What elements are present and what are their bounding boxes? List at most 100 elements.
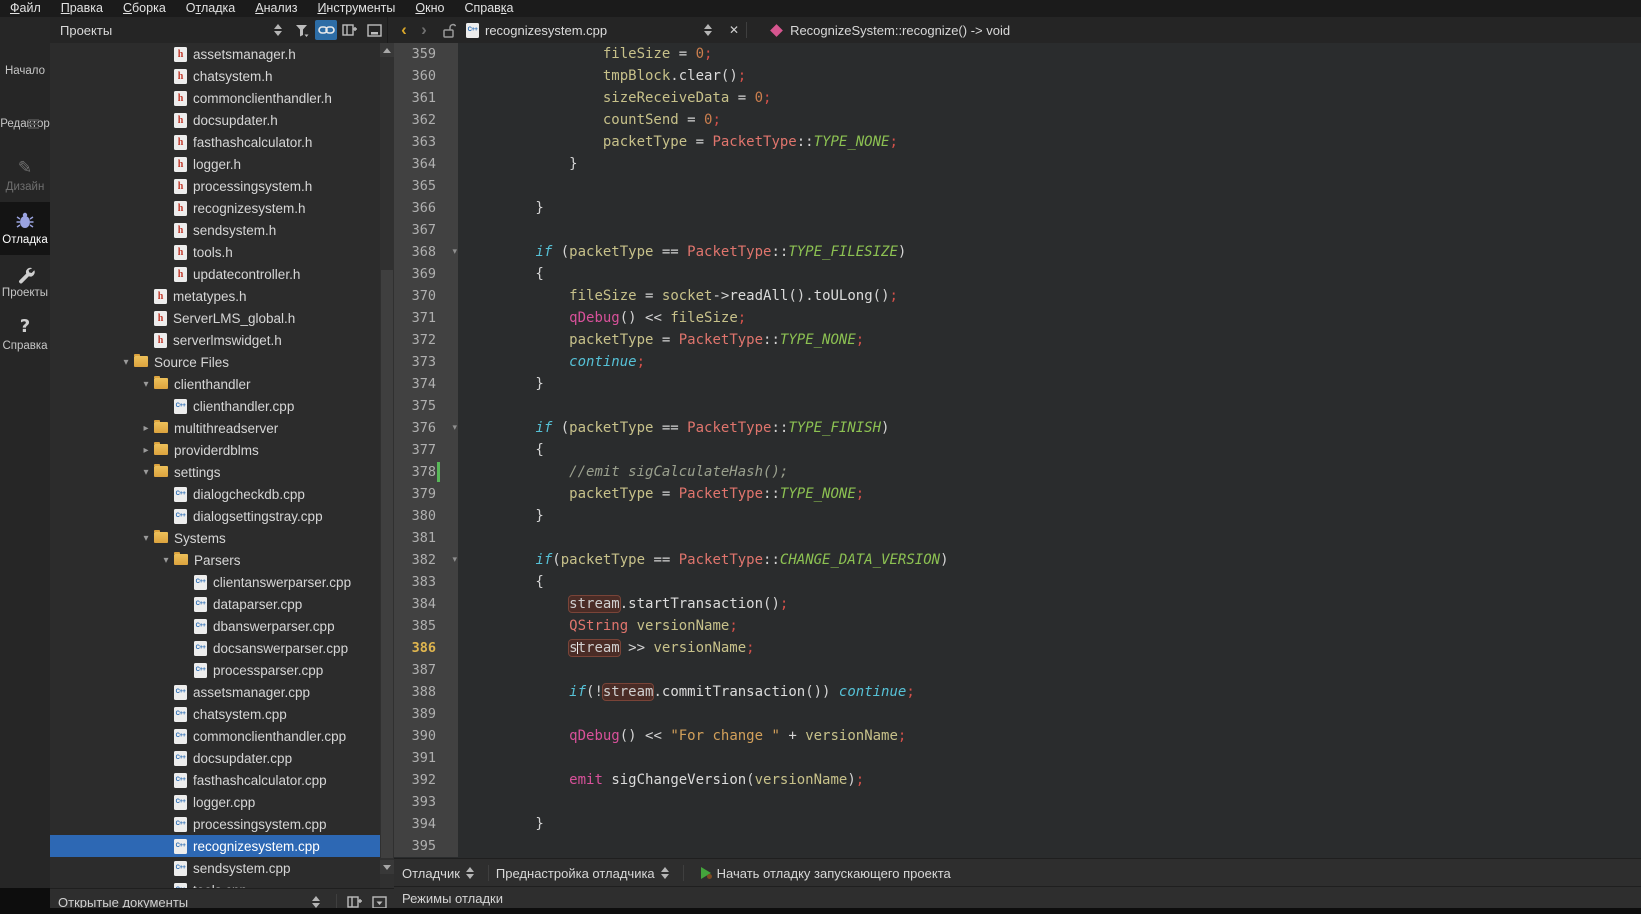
start-debug-icon[interactable] — [701, 867, 711, 879]
line-number[interactable]: 391 — [394, 747, 458, 769]
gutter[interactable]: 386 — [394, 637, 458, 659]
tree-item-logger.cpp[interactable]: logger.cpp — [50, 791, 380, 813]
tree-item-ServerLMS_global.h[interactable]: ServerLMS_global.h — [50, 307, 380, 329]
tree-item-commonclienthandler.cpp[interactable]: commonclienthandler.cpp — [50, 725, 380, 747]
tree-item-processingsystem.h[interactable]: processingsystem.h — [50, 175, 380, 197]
gutter[interactable]: 383 — [394, 571, 458, 593]
close-pane-icon[interactable] — [363, 20, 385, 40]
gutter[interactable]: 369 — [394, 263, 458, 285]
code-line[interactable]: 390 qDebug() << "For change " + versionN… — [394, 725, 1641, 747]
gutter[interactable]: 365 — [394, 175, 458, 197]
gutter[interactable]: 390 — [394, 725, 458, 747]
line-number[interactable]: 388 — [394, 681, 458, 703]
gutter[interactable]: 367 — [394, 219, 458, 241]
code-line[interactable]: 395 — [394, 835, 1641, 857]
line-number[interactable]: 380 — [394, 505, 458, 527]
debugger-combo-label[interactable]: Отладчик — [402, 866, 460, 881]
gutter[interactable]: 373 — [394, 351, 458, 373]
code-line[interactable]: 387 — [394, 659, 1641, 681]
start-debug-label[interactable]: Начать отладку запускающего проекта — [717, 866, 951, 881]
tree-scrollbar[interactable] — [380, 43, 394, 888]
code-line[interactable]: 381 — [394, 527, 1641, 549]
debugger-combo-spinner[interactable] — [466, 867, 475, 879]
code-line[interactable]: 367 — [394, 219, 1641, 241]
chevron-down-icon[interactable]: ▾ — [118, 357, 134, 368]
debugger-preset-spinner[interactable] — [661, 867, 670, 879]
tree-item-recognizesystem.cpp[interactable]: recognizesystem.cpp — [50, 835, 380, 857]
line-number[interactable]: 394 — [394, 813, 458, 835]
tree-item-Parsers[interactable]: ▾Parsers — [50, 549, 380, 571]
gutter[interactable]: 372 — [394, 329, 458, 351]
code-line[interactable]: 373 continue; — [394, 351, 1641, 373]
tree-item-dialogsettingstray.cpp[interactable]: dialogsettingstray.cpp — [50, 505, 380, 527]
menu-Справка[interactable]: Справка — [454, 0, 523, 17]
code-line[interactable]: 382▾ if(packetType == PacketType::CHANGE… — [394, 549, 1641, 571]
chevron-right-icon[interactable]: ▸ — [138, 445, 154, 456]
menu-Сборка[interactable]: Сборка — [113, 0, 176, 17]
menu-Окно[interactable]: Окно — [405, 0, 454, 17]
gutter[interactable]: 379 — [394, 483, 458, 505]
line-number[interactable]: 390 — [394, 725, 458, 747]
tree-item-serverlmswidget.h[interactable]: serverlmswidget.h — [50, 329, 380, 351]
gutter[interactable]: 375 — [394, 395, 458, 417]
current-symbol[interactable]: RecognizeSystem::recognize() -> void — [790, 23, 1010, 38]
forward-icon[interactable]: › — [414, 18, 434, 42]
chevron-down-icon[interactable]: ▾ — [138, 467, 154, 478]
code-line[interactable]: 388 if(!stream.commitTransaction()) cont… — [394, 681, 1641, 703]
tree-item-docsanswerparser.cpp[interactable]: docsanswerparser.cpp — [50, 637, 380, 659]
code-line[interactable]: 365 — [394, 175, 1641, 197]
scroll-down-icon[interactable] — [380, 860, 394, 874]
code-line[interactable]: 389 — [394, 703, 1641, 725]
code-line[interactable]: 371 qDebug() << fileSize; — [394, 307, 1641, 329]
tree-item-clienthandler.cpp[interactable]: clienthandler.cpp — [50, 395, 380, 417]
line-number[interactable]: 376 — [394, 417, 458, 439]
code-line[interactable]: 376▾ if (packetType == PacketType::TYPE_… — [394, 417, 1641, 439]
gutter[interactable]: 362 — [394, 109, 458, 131]
tree-item-tools.cpp[interactable]: tools.cpp — [50, 879, 380, 888]
tree-item-processingsystem.cpp[interactable]: processingsystem.cpp — [50, 813, 380, 835]
code-line[interactable]: 375 — [394, 395, 1641, 417]
code-line[interactable]: 383 { — [394, 571, 1641, 593]
gutter[interactable]: 384 — [394, 593, 458, 615]
menu-Файл[interactable]: Файл — [0, 0, 51, 17]
line-number[interactable]: 385 — [394, 615, 458, 637]
code-line[interactable]: 364 } — [394, 153, 1641, 175]
line-number[interactable]: 359 — [394, 43, 458, 65]
tree-item-Source Files[interactable]: ▾Source Files — [50, 351, 380, 373]
sidebar-mode-Справка[interactable]: ?Справка — [0, 308, 50, 361]
gutter[interactable]: 389 — [394, 703, 458, 725]
line-number[interactable]: 360 — [394, 65, 458, 87]
link-with-editor-icon[interactable] — [315, 20, 337, 40]
code-line[interactable]: 359 fileSize = 0; — [394, 43, 1641, 65]
line-number[interactable]: 387 — [394, 659, 458, 681]
line-number[interactable]: 395 — [394, 835, 458, 857]
line-number[interactable]: 384 — [394, 593, 458, 615]
line-number[interactable]: 364 — [394, 153, 458, 175]
sidebar-mode-Дизайн[interactable]: ✎Дизайн — [0, 149, 50, 202]
gutter[interactable]: 360 — [394, 65, 458, 87]
tree-item-logger.h[interactable]: logger.h — [50, 153, 380, 175]
tree-item-metatypes.h[interactable]: metatypes.h — [50, 285, 380, 307]
gutter[interactable]: 385 — [394, 615, 458, 637]
line-number[interactable]: 366 — [394, 197, 458, 219]
code-line[interactable]: 378 //emit sigCalculateHash(); — [394, 461, 1641, 483]
tree-item-tools.h[interactable]: tools.h — [50, 241, 380, 263]
code-line[interactable]: 360 tmpBlock.clear(); — [394, 65, 1641, 87]
gutter[interactable]: 388 — [394, 681, 458, 703]
gutter[interactable]: 374 — [394, 373, 458, 395]
chevron-right-icon[interactable]: ▸ — [138, 423, 154, 434]
line-number[interactable]: 379 — [394, 483, 458, 505]
tree-item-docsupdater.h[interactable]: docsupdater.h — [50, 109, 380, 131]
chevron-down-icon[interactable]: ▾ — [138, 379, 154, 390]
menu-Отладка[interactable]: Отладка — [176, 0, 245, 17]
gutter[interactable]: 395 — [394, 835, 458, 857]
tree-item-updatecontroller.h[interactable]: updatecontroller.h — [50, 263, 380, 285]
gutter[interactable]: 361 — [394, 87, 458, 109]
line-number[interactable]: 362 — [394, 109, 458, 131]
line-number[interactable]: 365 — [394, 175, 458, 197]
split-icon[interactable] — [339, 20, 361, 40]
code-line[interactable]: 361 sizeReceiveData = 0; — [394, 87, 1641, 109]
code-line[interactable]: 377 { — [394, 439, 1641, 461]
debugger-preset-combo-label[interactable]: Преднастройка отладчика — [496, 866, 655, 881]
menu-Инструменты[interactable]: Инструменты — [307, 0, 405, 17]
